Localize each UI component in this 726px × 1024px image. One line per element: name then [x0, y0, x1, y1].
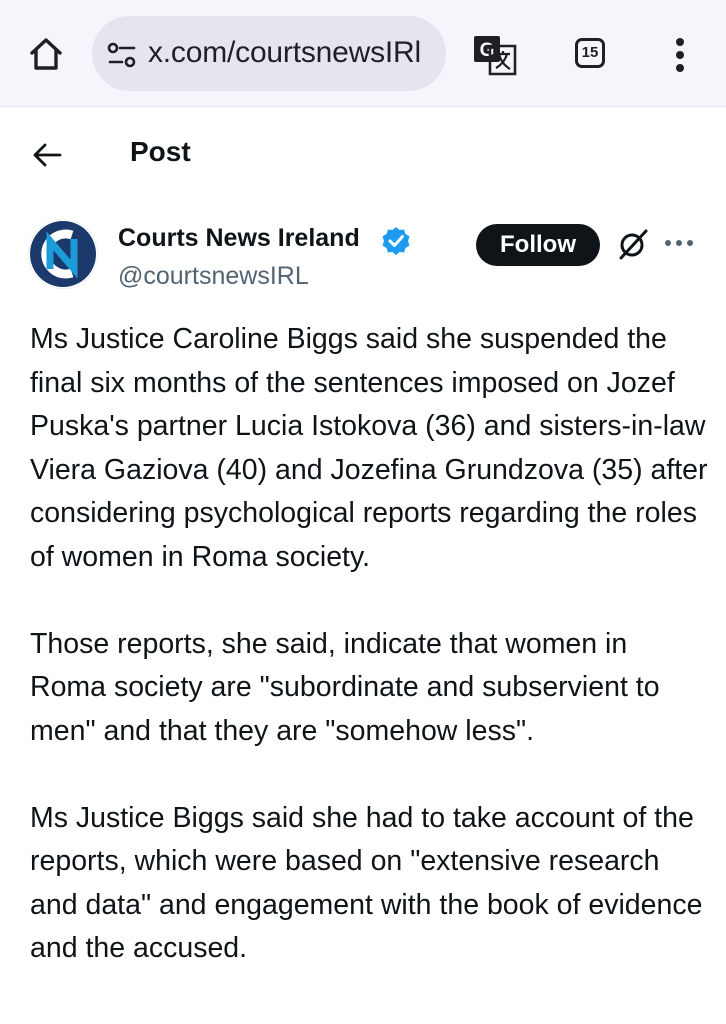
grok-icon[interactable]: [615, 226, 651, 262]
author-handle[interactable]: @courtsnewsIRL: [118, 262, 309, 291]
page-title: Post: [130, 136, 191, 167]
browser-toolbar: x.com/courtsnewsIRl G 15: [0, 0, 726, 107]
post-paragraph: Those reports, she said, indicate that w…: [30, 627, 660, 747]
url-text[interactable]: x.com/courtsnewsIRl: [148, 36, 421, 70]
site-settings-icon[interactable]: [106, 41, 138, 69]
follow-button[interactable]: Follow: [476, 224, 600, 266]
more-horizontal-icon[interactable]: [664, 236, 694, 250]
translate-icon[interactable]: G: [472, 34, 518, 76]
post-text: Ms Justice Caroline Biggs said she suspe…: [30, 318, 710, 971]
svg-text:G: G: [480, 40, 495, 61]
post-paragraph: Ms Justice Biggs said she had to take ac…: [30, 801, 703, 965]
more-vert-icon[interactable]: [672, 36, 688, 74]
verified-badge-icon: [382, 227, 410, 255]
home-icon[interactable]: [26, 34, 66, 74]
arrow-left-icon[interactable]: [30, 138, 64, 172]
post-header: Post: [0, 108, 726, 200]
author-display-name[interactable]: Courts News Ireland: [118, 224, 360, 253]
avatar[interactable]: [28, 219, 98, 289]
address-bar[interactable]: x.com/courtsnewsIRl: [92, 16, 446, 91]
post-paragraph: Ms Justice Caroline Biggs said she suspe…: [30, 323, 708, 573]
tab-switcher-button[interactable]: 15: [575, 38, 605, 68]
